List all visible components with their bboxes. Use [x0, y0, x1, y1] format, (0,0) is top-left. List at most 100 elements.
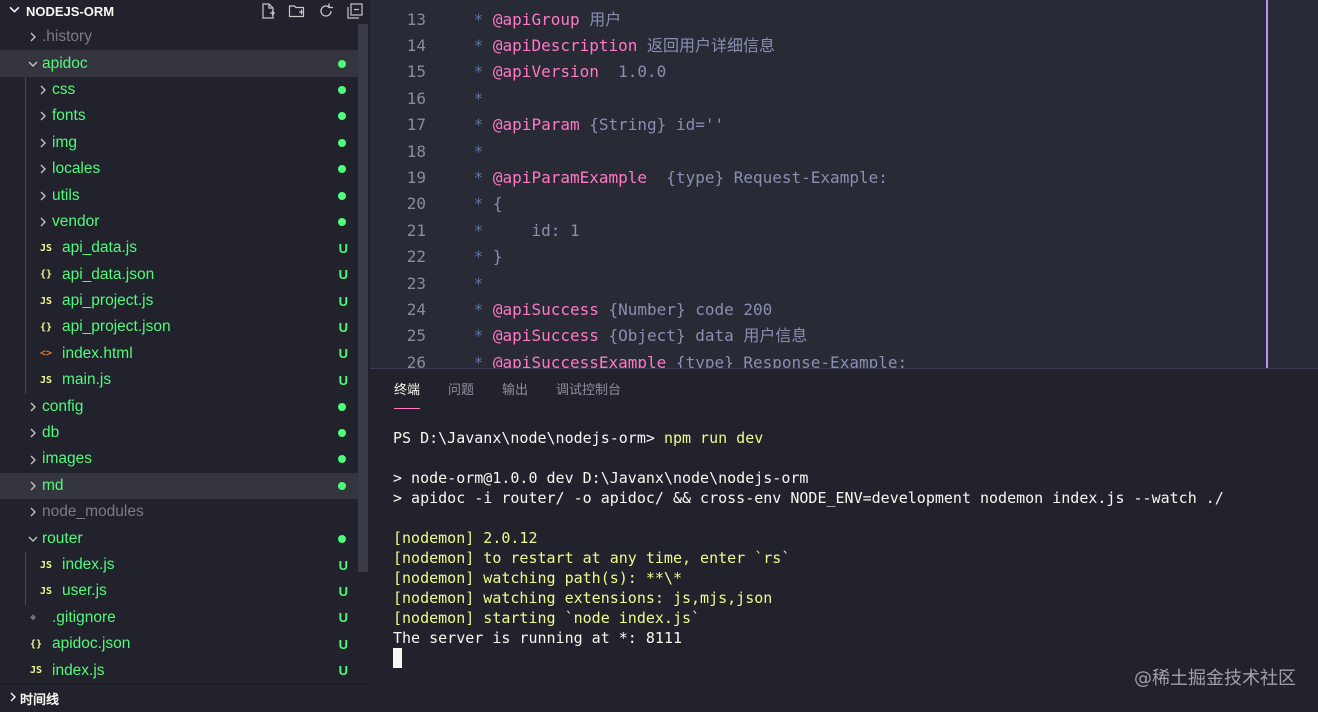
tree-file[interactable]: {} api_data.json U	[0, 262, 358, 288]
git-status-dot	[338, 191, 346, 200]
tree-file[interactable]: {} api_project.json U	[0, 314, 358, 340]
code-text: * @apiSuccess {Object} data 用户信息	[464, 323, 808, 349]
code-token: @apiSuccess	[492, 299, 599, 319]
new-file-icon[interactable]	[259, 2, 277, 20]
chevron-right-icon[interactable]	[36, 84, 50, 96]
chevron-right-icon[interactable]	[36, 216, 50, 228]
tree-item-label: main.js	[62, 371, 112, 389]
chevron-down-icon[interactable]	[26, 58, 40, 70]
chevron-down-icon[interactable]	[26, 533, 40, 545]
tree-folder[interactable]: md	[0, 472, 358, 500]
panel-tabs: 终端 问题 输出 调试控制台	[394, 379, 621, 409]
code-line[interactable]: 14 * @apiDescription 返回用户详细信息	[370, 33, 1318, 59]
tree-folder[interactable]: css	[0, 77, 358, 103]
code-line[interactable]: 22 * }	[370, 244, 1318, 270]
tree-file[interactable]: ◆ .gitignore U	[0, 605, 358, 631]
tree-folder[interactable]: fonts	[0, 103, 358, 129]
code-token: *	[464, 220, 532, 240]
chevron-down-icon[interactable]	[4, 4, 24, 18]
chevron-right-icon[interactable]	[36, 137, 50, 149]
panel-tab[interactable]: 问题	[448, 379, 474, 409]
explorer-header[interactable]: NODEJS-ORM	[0, 0, 370, 22]
panel-tab[interactable]: 终端	[394, 379, 421, 409]
tree-file[interactable]: JS index.js U	[0, 657, 358, 683]
tree-folder[interactable]: node_modules	[0, 499, 358, 525]
terminal-prompt-line[interactable]	[393, 648, 1224, 668]
code-editor[interactable]: 13 * @apiGroup 用户 14 * @apiDescription 返回…	[370, 0, 1318, 368]
git-status-dot	[338, 165, 346, 174]
tree-file[interactable]: JS api_data.js U	[0, 235, 358, 261]
tree-folder[interactable]: img	[0, 130, 358, 156]
panel-tab[interactable]: 调试控制台	[556, 379, 621, 409]
code-text: * @apiDescription 返回用户详细信息	[464, 33, 775, 59]
code-line[interactable]: 20 * {	[370, 191, 1318, 217]
chevron-right-icon[interactable]	[26, 427, 40, 439]
code-token: *	[464, 299, 493, 319]
tree-file[interactable]: {} apidoc.json U	[0, 631, 358, 657]
chevron-right-icon[interactable]	[26, 480, 40, 492]
tree-folder[interactable]: images	[0, 446, 358, 472]
terminal-output[interactable]: PS D:\Javanx\node\nodejs-orm> npm run de…	[393, 428, 1224, 668]
code-token: {Object} data 用户信息	[598, 326, 808, 346]
code-line[interactable]: 17 * @apiParam {String} id=''	[370, 112, 1318, 138]
tree-folder[interactable]: .history	[0, 24, 358, 50]
file-tree: .history apidoc css fonts img locales utils ven…	[0, 24, 358, 684]
tree-file[interactable]: <> index.html U	[0, 341, 358, 367]
chevron-right-icon[interactable]	[26, 31, 40, 43]
code-line[interactable]: 21 * id: 1	[370, 218, 1318, 244]
tree-item-label: vendor	[52, 212, 100, 230]
panel-tab[interactable]: 输出	[502, 379, 528, 409]
code-token: 1.0.0	[598, 62, 667, 82]
tree-folder[interactable]: apidoc	[0, 50, 358, 77]
refresh-icon[interactable]	[317, 2, 335, 20]
chevron-right-icon[interactable]	[26, 506, 40, 518]
watermark: @稀土掘金技术社区	[1134, 668, 1296, 689]
tree-folder[interactable]: utils	[0, 182, 358, 208]
chevron-right-icon[interactable]	[36, 110, 50, 122]
code-line[interactable]: 13 * @apiGroup 用户	[370, 7, 1318, 33]
code-token: *	[464, 352, 493, 368]
collapse-all-icon[interactable]	[346, 2, 364, 20]
git-status-dot	[338, 402, 346, 411]
tree-folder[interactable]: router	[0, 525, 358, 551]
tree-file[interactable]: JS user.js U	[0, 578, 358, 604]
tree-item-label: apidoc	[42, 54, 88, 72]
sidebar-scrollbar[interactable]	[358, 24, 368, 572]
git-status-dot	[338, 481, 346, 490]
code-line[interactable]: 23 *	[370, 271, 1318, 297]
code-line[interactable]: 16 *	[370, 86, 1318, 112]
code-line[interactable]: 25 * @apiSuccess {Object} data 用户信息	[370, 323, 1318, 349]
new-folder-icon[interactable]	[288, 2, 306, 20]
code-token: *	[464, 167, 493, 187]
timeline-section[interactable]: 时间线	[0, 684, 370, 712]
git-status-dot	[338, 217, 346, 226]
code-token: *	[464, 88, 484, 108]
tree-file[interactable]: JS api_project.js U	[0, 288, 358, 314]
code-line[interactable]: 19 * @apiParamExample {type} Request-Exa…	[370, 165, 1318, 191]
tree-folder[interactable]: db	[0, 420, 358, 446]
code-line[interactable]: 24 * @apiSuccess {Number} code 200	[370, 297, 1318, 323]
code-token: @apiSuccessExample	[492, 352, 667, 368]
js-file-icon: JS	[40, 295, 53, 307]
tree-item-label: api_project.js	[62, 292, 154, 310]
tree-file[interactable]: JS main.js U	[0, 367, 358, 393]
tree-folder[interactable]: locales	[0, 156, 358, 182]
tree-item-label: css	[52, 80, 76, 98]
code-line[interactable]: 26 * @apiSuccessExample {type} Response-…	[370, 350, 1318, 368]
code-line[interactable]: 18 *	[370, 139, 1318, 165]
line-number: 14	[406, 35, 426, 55]
git-status-dot	[338, 59, 346, 68]
chevron-right-icon[interactable]	[36, 163, 50, 175]
code-line[interactable]: 15 * @apiVersion 1.0.0	[370, 59, 1318, 85]
chevron-right-icon[interactable]	[26, 453, 40, 465]
git-status-badge: U	[338, 267, 348, 283]
chevron-right-icon[interactable]	[8, 692, 20, 705]
chevron-right-icon[interactable]	[26, 401, 40, 413]
tree-folder[interactable]: vendor	[0, 209, 358, 235]
tree-item-label: .gitignore	[52, 608, 116, 626]
tree-folder[interactable]: config	[0, 393, 358, 419]
tree-file[interactable]: JS index.js U	[0, 552, 358, 578]
git-status-badge: U	[338, 293, 348, 309]
chevron-right-icon[interactable]	[36, 190, 50, 202]
tree-item-label: config	[42, 397, 84, 415]
